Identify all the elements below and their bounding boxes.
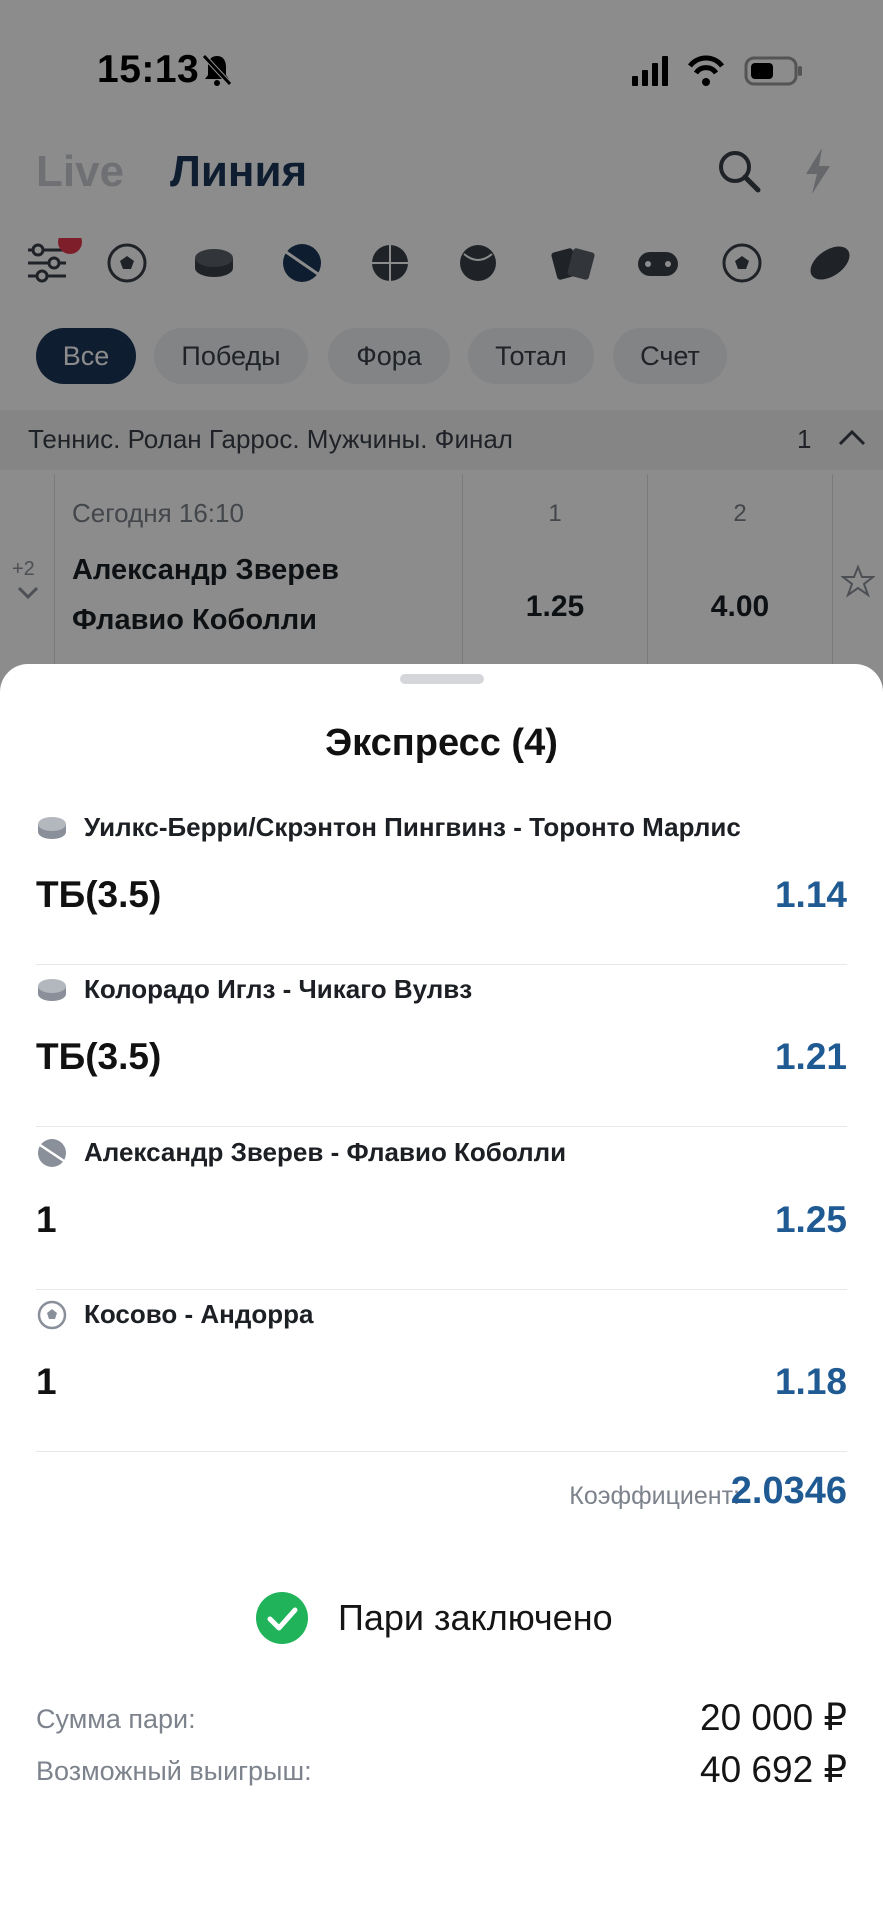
- hockey-puck-icon: [38, 817, 66, 839]
- bet-row: Александр Зверев - Флавио Коболли 1 1.25: [36, 1127, 847, 1290]
- bet-market: ТБ(3.5): [36, 1036, 162, 1077]
- bet-odd: 1.14: [774, 874, 847, 915]
- bet-row: Уилкс-Берри/Скрэнтон Пингвинз - Торонто …: [36, 802, 847, 965]
- hockey-puck-icon: [38, 979, 66, 1001]
- tennis-ball-icon: [38, 1139, 66, 1167]
- win-value: 40 692 ₽: [700, 1749, 847, 1790]
- bet-market: 1: [36, 1361, 57, 1402]
- check-circle-icon: [256, 1592, 308, 1644]
- soccer-ball-icon: [37, 1300, 67, 1330]
- bet-status-text: Пари заключено: [338, 1597, 613, 1638]
- coefficient-label: Коэффициент:: [569, 1482, 740, 1510]
- win-label: Возможный выигрыш:: [36, 1756, 312, 1786]
- stake-value: 20 000 ₽: [700, 1697, 847, 1738]
- bet-market: ТБ(3.5): [36, 874, 162, 915]
- stake-label: Сумма пари:: [36, 1704, 196, 1734]
- bet-event: Колорадо Иглз - Чикаго Вулвз: [84, 974, 473, 1004]
- sheet-handle[interactable]: [400, 674, 484, 684]
- bet-event: Уилкс-Берри/Скрэнтон Пингвинз - Торонто …: [84, 812, 741, 842]
- bet-event: Александр Зверев - Флавио Коболли: [84, 1137, 567, 1167]
- bet-status: Пари заключено: [256, 1590, 613, 1646]
- bet-event: Косово - Андорра: [84, 1299, 314, 1329]
- bet-row: Косово - Андорра 1 1.18: [36, 1289, 847, 1452]
- bet-odd: 1.25: [774, 1199, 847, 1240]
- bet-slip-sheet: Экспресс (4) Уилкс-Берри/Скрэнтон Пингви…: [0, 664, 883, 1920]
- bet-odd: 1.21: [774, 1036, 847, 1077]
- bet-odd: 1.18: [774, 1361, 847, 1402]
- bet-row: Колорадо Иглз - Чикаго Вулвз ТБ(3.5) 1.2…: [36, 964, 847, 1127]
- sheet-title: Экспресс (4): [325, 722, 558, 764]
- bet-market: 1: [36, 1199, 57, 1240]
- coefficient-value: 2.0346: [730, 1470, 847, 1512]
